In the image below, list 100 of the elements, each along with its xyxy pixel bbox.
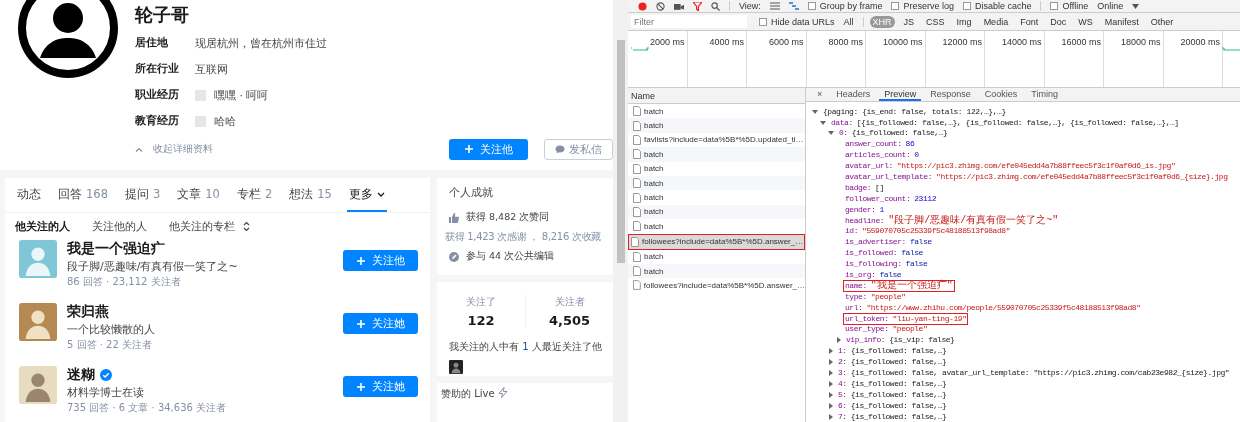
filter-type-button[interactable]: Img <box>953 15 975 28</box>
detail-value: 现居杭州，曾在杭州市住过 <box>195 35 327 51</box>
plus-icon <box>464 144 474 154</box>
card-title: 个人成就 <box>449 185 494 200</box>
stat-value: 4,505 <box>548 312 591 328</box>
avatar-icon <box>19 366 57 404</box>
card-title: 赞助的 Live <box>441 387 495 402</box>
filter-type-button[interactable]: All <box>840 15 857 28</box>
follow-button[interactable]: 关注她 <box>343 313 418 334</box>
collapsed-triangle-icon[interactable] <box>829 380 833 387</box>
tab[interactable]: Cookies <box>979 88 1023 102</box>
request-row[interactable]: batch <box>628 147 805 162</box>
filter-type-button[interactable]: Media <box>980 15 1012 28</box>
filter-type-button[interactable]: Manifest <box>1101 15 1142 28</box>
follow-button[interactable]: 关注他 <box>343 250 418 271</box>
checkbox[interactable]: Offline <box>1050 1 1089 11</box>
filter-type-button[interactable]: JS <box>900 15 918 28</box>
filter-type-button[interactable]: Doc <box>1047 15 1070 28</box>
camera-icon <box>674 1 684 11</box>
timeline-tick: 10000 ms <box>866 31 926 87</box>
timeline-tick: 8000 ms <box>806 31 866 87</box>
checkbox[interactable]: Preserve log <box>891 1 954 11</box>
throttle-select[interactable]: Online <box>1097 1 1124 11</box>
user-headline: 一个比较懒散的人 <box>67 322 156 337</box>
filter-type-button[interactable]: Other <box>1147 15 1177 28</box>
waterfall-bar <box>1222 47 1240 51</box>
filter-type-button[interactable]: CSS <box>923 15 948 28</box>
file-icon <box>633 106 641 117</box>
waterfall-bar <box>631 47 649 51</box>
filter-type-button[interactable]: WS <box>1075 15 1096 28</box>
tab[interactable]: 更多 <box>346 178 387 212</box>
filter-tab[interactable]: 关注他的人 <box>92 219 147 234</box>
chevron-down-icon <box>376 191 385 197</box>
user-name[interactable]: 荣归燕 <box>67 303 109 321</box>
tab[interactable]: 文章 10 <box>175 178 222 212</box>
user-name[interactable]: 我是一个强迫疒 <box>67 240 165 258</box>
verified-icon <box>100 369 112 381</box>
list-view-icon <box>769 2 780 10</box>
tab[interactable]: 提问 3 <box>122 178 163 212</box>
json-line: follower_count: 23112 <box>844 193 938 204</box>
json-line: 7: {is_followed: false,…} <box>837 411 948 422</box>
tab[interactable]: Response <box>925 88 976 102</box>
filter-type-button[interactable]: Font <box>1017 15 1042 28</box>
collapsed-triangle-icon[interactable] <box>829 413 833 420</box>
user-name: 轮子哥 <box>135 3 190 27</box>
achievement-text: 获得 1,423 次感谢 ， 8,216 次收藏 <box>445 230 601 245</box>
timeline-tick: 20000 ms <box>1163 31 1223 87</box>
filter-field[interactable]: Filter <box>631 15 747 28</box>
scrollbar-thumb[interactable] <box>617 40 625 263</box>
detail-value: 互联网 <box>195 61 228 77</box>
filter-tab[interactable]: 他关注的人 <box>15 219 70 234</box>
tab[interactable]: Headers <box>831 88 876 102</box>
filter-icon <box>693 1 702 11</box>
request-row[interactable]: batch <box>628 118 805 133</box>
detail-label: 教育经历 <box>135 114 180 128</box>
view-label: View: <box>739 1 761 11</box>
collapsed-triangle-icon[interactable] <box>829 359 833 366</box>
stat-label: 关注了 <box>466 294 496 309</box>
expanded-triangle-icon[interactable] <box>828 131 834 136</box>
json-line: 2: {is_followed: false,…} <box>837 357 948 368</box>
expanded-triangle-icon[interactable] <box>820 120 826 125</box>
filter-tab[interactable]: 他关注的专栏 <box>169 219 250 234</box>
json-line: headline: "段子脚/恶趣味/有真有假一笑了之~" <box>844 215 1060 226</box>
file-icon <box>633 120 641 131</box>
tab[interactable]: 回答 168 <box>56 178 110 212</box>
file-icon <box>633 206 641 217</box>
json-line: answer_count: 86 <box>844 139 916 150</box>
json-line: gender: 1 <box>844 204 885 215</box>
user-stats: 735 回答 · 6 文章 · 34,636 关注者 <box>67 401 228 415</box>
file-icon <box>631 236 639 247</box>
dropdown-icon <box>1132 3 1140 9</box>
collapsed-triangle-icon[interactable] <box>829 348 833 355</box>
checkbox[interactable]: Group by frame <box>807 1 883 11</box>
json-line: vip_info: {is_vip: false} <box>845 335 956 346</box>
plus-icon <box>356 255 366 266</box>
collapsed-triangle-icon[interactable] <box>837 337 841 344</box>
expanded-triangle-icon[interactable] <box>812 109 818 114</box>
timeline-tick: 4000 ms <box>687 31 747 87</box>
tab[interactable]: 动态 <box>15 178 43 212</box>
collapsed-triangle-icon[interactable] <box>829 370 833 376</box>
lightning-icon <box>497 387 508 399</box>
tab[interactable]: Timing <box>1026 88 1064 102</box>
collapsed-triangle-icon[interactable] <box>829 402 833 409</box>
follow-button[interactable]: 关注她 <box>343 376 418 397</box>
detail-value: 嘿嘿 · 呵呵 <box>214 87 269 103</box>
user-name[interactable]: 迷糊 <box>67 366 95 384</box>
checkbox[interactable]: Hide data URLs <box>759 16 835 27</box>
avatar-icon <box>19 303 57 341</box>
collapsed-triangle-icon[interactable] <box>829 391 833 398</box>
tab[interactable]: 专栏 2 <box>234 178 275 212</box>
tab[interactable]: Preview <box>879 88 922 102</box>
column-header: Name <box>628 88 805 104</box>
checkbox[interactable]: Disable cache <box>962 1 1032 11</box>
close-button[interactable]: × <box>812 88 828 102</box>
timeline-tick: 18000 ms <box>1104 31 1164 87</box>
user-stats: 86 回答 · 23,112 关注者 <box>67 275 182 289</box>
follow-button[interactable]: 关注他 <box>449 138 528 160</box>
json-line: user_type: "people" <box>844 324 929 335</box>
tab[interactable]: 想法 15 <box>287 178 334 212</box>
json-line: is_followed: false <box>844 248 924 259</box>
